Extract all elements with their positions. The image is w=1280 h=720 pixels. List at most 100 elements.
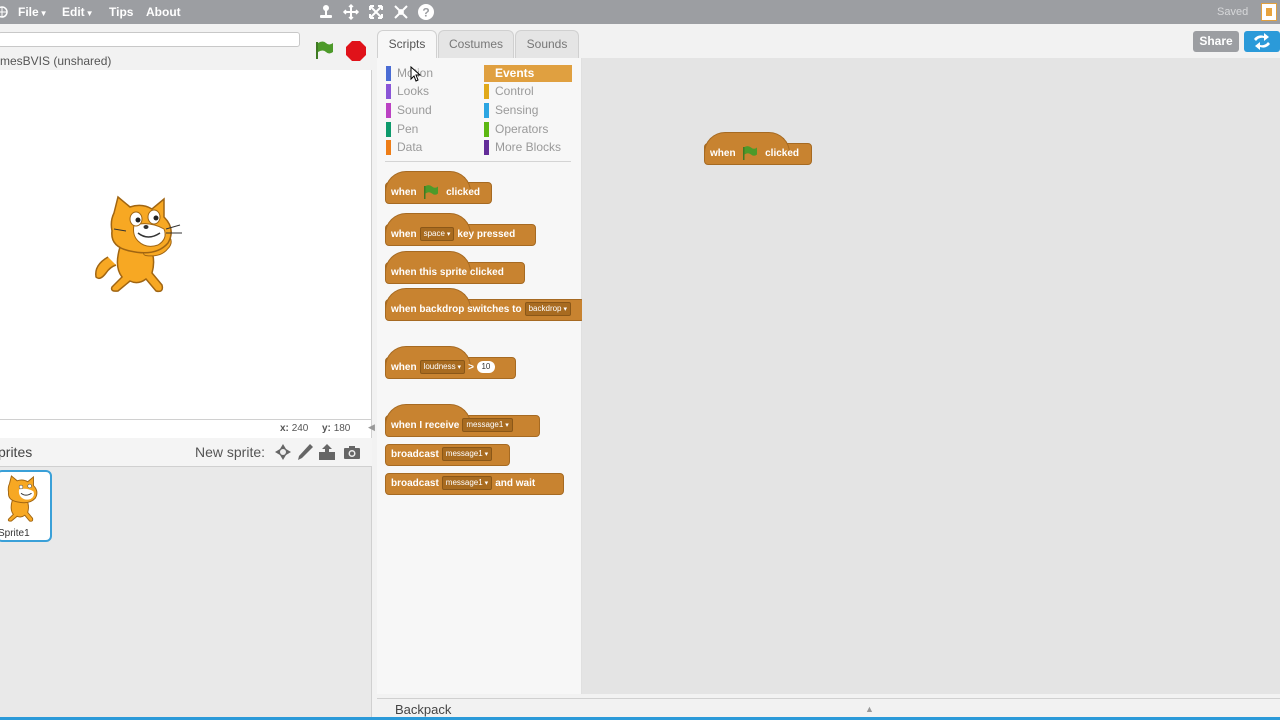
edit-menu-label: Edit bbox=[62, 5, 85, 19]
file-menu-label: File bbox=[18, 5, 39, 19]
sensor-dropdown[interactable]: loudness bbox=[419, 360, 466, 375]
category-control[interactable]: Control bbox=[484, 83, 572, 100]
category-sound[interactable]: Sound bbox=[386, 102, 474, 119]
see-project-page-button[interactable] bbox=[1244, 31, 1280, 52]
y-coordinate-value: 180 bbox=[333, 423, 351, 434]
category-label: Looks bbox=[397, 84, 430, 98]
saved-status: Saved bbox=[1217, 6, 1249, 18]
category-divider bbox=[385, 161, 571, 162]
category-motion[interactable]: Motion bbox=[386, 65, 474, 82]
block-text: key pressed bbox=[457, 229, 516, 240]
globe-icon[interactable] bbox=[0, 5, 8, 19]
category-label: More Blocks bbox=[495, 140, 562, 154]
shrink-icon[interactable] bbox=[392, 3, 410, 21]
share-button[interactable]: Share bbox=[1193, 31, 1239, 52]
tab-costumes[interactable]: Costumes bbox=[438, 30, 514, 58]
when-i-receive-block[interactable]: when I receive message1 bbox=[385, 404, 540, 437]
when-sprite-clicked-block[interactable]: when this sprite clicked bbox=[385, 251, 525, 284]
category-label: Control bbox=[495, 84, 534, 98]
block-categories: Motion Looks Sound Pen Data Events Contr… bbox=[377, 58, 582, 162]
edit-menu[interactable]: Edit▼ bbox=[62, 5, 94, 19]
message-dropdown[interactable]: message1 bbox=[462, 418, 513, 433]
stop-icon[interactable] bbox=[345, 40, 367, 62]
category-label: Pen bbox=[397, 122, 419, 136]
grow-icon[interactable] bbox=[367, 3, 385, 21]
chevron-down-icon: ▼ bbox=[39, 9, 48, 18]
file-menu[interactable]: File▼ bbox=[18, 5, 48, 19]
block-text: when I receive bbox=[391, 420, 460, 431]
collapse-stage-icon[interactable]: ◀ bbox=[368, 422, 376, 434]
block-text: when bbox=[391, 187, 417, 198]
about-menu-label: About bbox=[146, 5, 181, 19]
block-text: when this sprite clicked bbox=[391, 267, 504, 278]
block-text: and wait bbox=[495, 478, 536, 489]
green-flag-icon bbox=[743, 146, 758, 161]
stage-header: mesBVIS (unshared) bbox=[0, 24, 372, 70]
my-stuff-icon[interactable] bbox=[1261, 3, 1277, 21]
when-backdrop-switches-block[interactable]: when backdrop switches to backdrop bbox=[385, 288, 585, 321]
category-label: Operators bbox=[495, 122, 549, 136]
stage[interactable] bbox=[0, 70, 372, 420]
message-dropdown[interactable]: message1 bbox=[441, 447, 493, 462]
cut-icon[interactable] bbox=[342, 3, 360, 21]
swap-icon bbox=[1254, 33, 1270, 50]
chevron-down-icon: ▼ bbox=[85, 9, 94, 18]
mouse-cursor-icon bbox=[410, 66, 422, 82]
tab-sounds[interactable]: Sounds bbox=[515, 30, 579, 58]
menu-bar: File▼ Edit▼ Tips About ? Saved bbox=[0, 0, 1280, 24]
tab-scripts[interactable]: Scripts bbox=[377, 30, 437, 58]
category-label: Events bbox=[495, 66, 535, 80]
category-label: Sensing bbox=[495, 103, 539, 117]
x-coordinate-value: 240 bbox=[291, 423, 309, 434]
category-data[interactable]: Data bbox=[386, 139, 474, 156]
cat-sprite-icon bbox=[7, 475, 38, 522]
duplicate-icon[interactable] bbox=[317, 3, 335, 21]
message-dropdown[interactable]: message1 bbox=[441, 476, 493, 491]
sprites-pane: prites New sprite: Sprite1 bbox=[0, 438, 372, 720]
scripts-area[interactable]: when clicked bbox=[582, 58, 1280, 694]
about-menu[interactable]: About bbox=[146, 5, 181, 19]
help-icon[interactable]: ? bbox=[417, 3, 435, 21]
category-label: Sound bbox=[397, 103, 432, 117]
scratch-editor: File▼ Edit▼ Tips About ? Saved mesBVIS (… bbox=[0, 0, 1280, 720]
category-operators[interactable]: Operators bbox=[484, 121, 572, 138]
green-flag-icon[interactable] bbox=[313, 40, 335, 60]
when-loudness-block[interactable]: whenloudness>10 bbox=[385, 346, 516, 379]
when-key-pressed-block[interactable]: whenspacekey pressed bbox=[385, 213, 536, 246]
category-pen[interactable]: Pen bbox=[386, 121, 474, 138]
category-label: Data bbox=[397, 140, 423, 154]
backdrop-dropdown[interactable]: backdrop bbox=[524, 302, 571, 317]
category-more-blocks[interactable]: More Blocks bbox=[484, 139, 572, 156]
cat-sprite-icon[interactable] bbox=[90, 195, 186, 295]
x-coordinate-label: x: bbox=[280, 423, 289, 434]
stage-coordinates: x: 240 y: 180 bbox=[0, 420, 372, 438]
tips-menu-label: Tips bbox=[109, 5, 134, 19]
block-text: broadcast bbox=[391, 478, 439, 489]
block-text: > bbox=[468, 362, 474, 373]
sprites-title: prites bbox=[0, 444, 33, 460]
camera-icon[interactable] bbox=[343, 443, 361, 461]
loudness-value-input[interactable]: 10 bbox=[476, 361, 495, 374]
paint-new-sprite-icon[interactable] bbox=[296, 443, 314, 461]
tips-menu[interactable]: Tips bbox=[109, 5, 133, 19]
broadcast-and-wait-block[interactable]: broadcastmessage1and wait bbox=[385, 473, 564, 495]
broadcast-block[interactable]: broadcast message1 bbox=[385, 444, 510, 466]
script-when-flag-clicked-block[interactable]: when clicked bbox=[704, 132, 812, 165]
project-title-field[interactable] bbox=[0, 32, 300, 47]
block-text: when bbox=[391, 362, 417, 373]
category-looks[interactable]: Looks bbox=[386, 83, 474, 100]
category-sensing[interactable]: Sensing bbox=[484, 102, 572, 119]
block-palette: Motion Looks Sound Pen Data Events Contr… bbox=[377, 58, 585, 694]
block-text: when bbox=[710, 148, 736, 159]
y-coordinate-label: y: bbox=[322, 423, 331, 434]
upload-sprite-icon[interactable] bbox=[318, 443, 336, 461]
expand-backpack-icon[interactable]: ▲ bbox=[865, 704, 874, 714]
green-flag-icon bbox=[424, 185, 439, 200]
category-events[interactable]: Events bbox=[484, 65, 572, 82]
choose-sprite-from-library-icon[interactable] bbox=[274, 443, 292, 461]
sprite-thumbnail[interactable]: Sprite1 bbox=[0, 470, 52, 542]
block-text: broadcast bbox=[391, 449, 439, 460]
when-flag-clicked-block[interactable]: when clicked bbox=[385, 171, 492, 204]
key-dropdown[interactable]: space bbox=[419, 227, 455, 242]
backpack-label: Backpack bbox=[395, 702, 452, 717]
